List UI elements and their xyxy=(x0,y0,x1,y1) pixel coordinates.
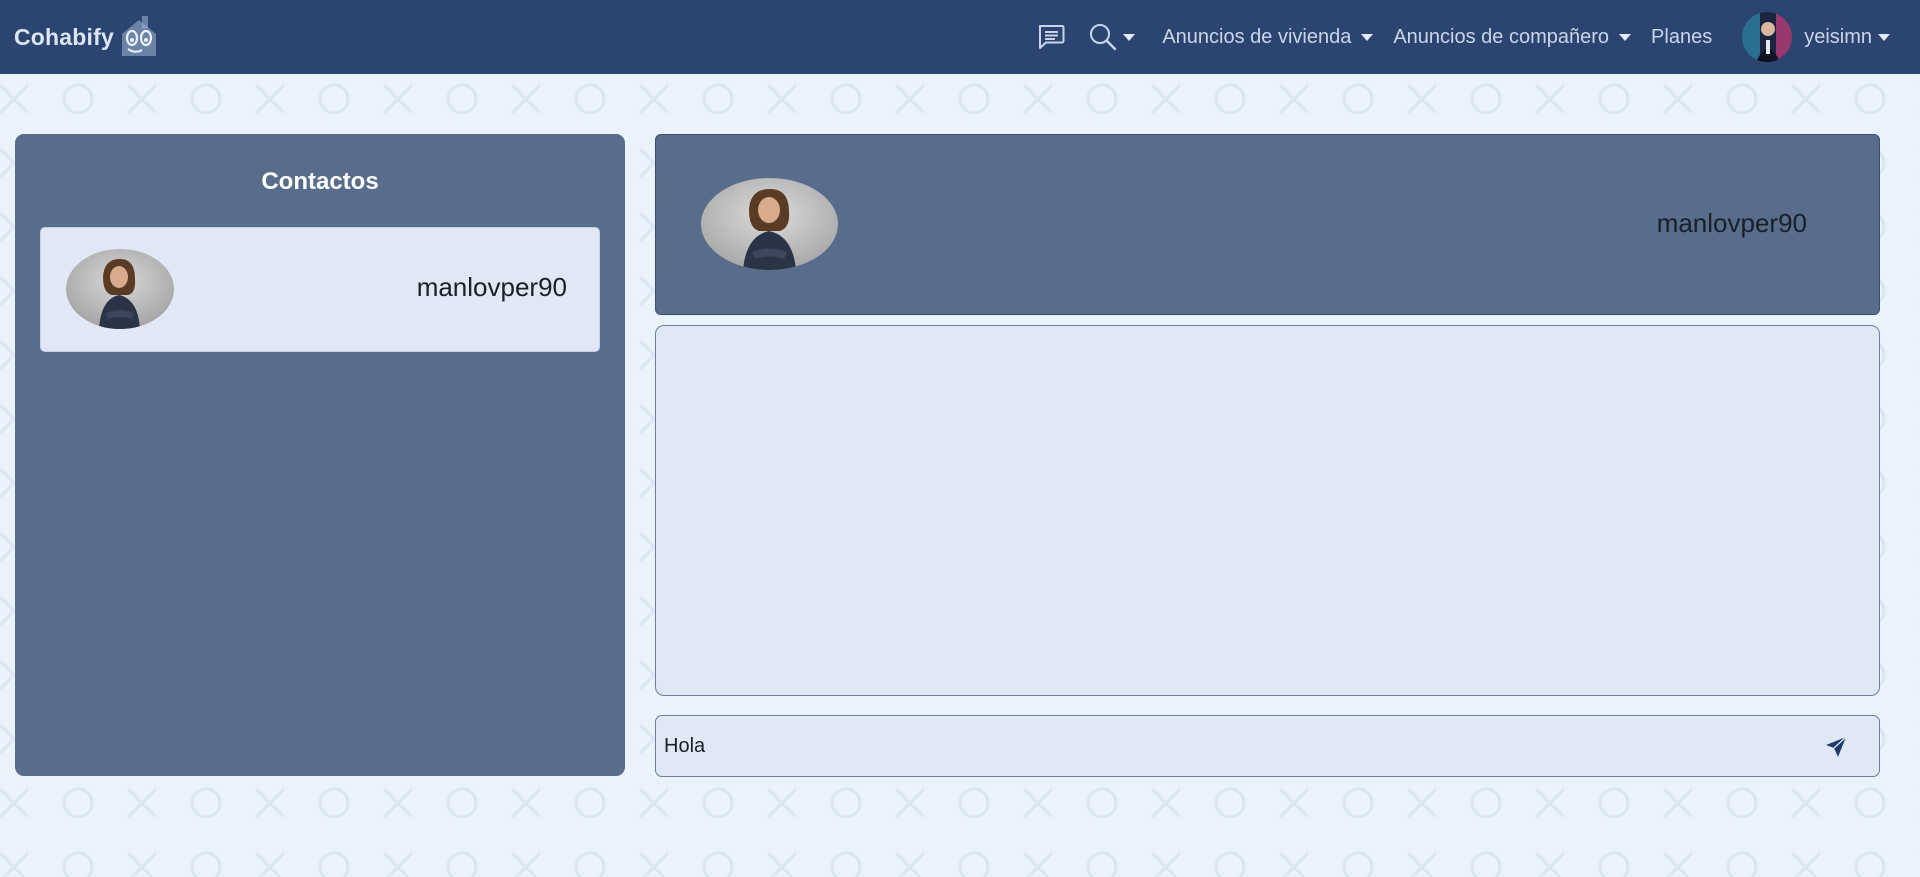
chevron-down-icon xyxy=(1123,33,1136,41)
nav-anuncios-companero-label: Anuncios de compañero xyxy=(1393,25,1610,48)
chevron-down-icon xyxy=(1361,33,1374,41)
contact-item[interactable]: manlovper90 xyxy=(40,227,600,352)
search-dropdown[interactable] xyxy=(1089,23,1136,51)
search-icon xyxy=(1090,24,1117,51)
contact-avatar xyxy=(66,249,174,329)
chevron-down-icon xyxy=(1619,33,1632,41)
send-button[interactable] xyxy=(1821,732,1851,762)
nav-anuncios-vivienda-label: Anuncios de vivienda xyxy=(1162,25,1352,48)
contact-name: manlovper90 xyxy=(416,272,567,302)
nav-anuncios-companero[interactable]: Anuncios de compañero xyxy=(1393,25,1632,49)
user-name: yeisimn xyxy=(1804,25,1872,48)
messages-button[interactable] xyxy=(1037,24,1065,50)
top-navbar: Cohabify Anuncios de vivienda Anuncios d… xyxy=(0,0,1920,74)
chat-contact-name: manlovper90 xyxy=(1656,208,1807,238)
message-input[interactable] xyxy=(664,716,1784,776)
navbar-right: Anuncios de vivienda Anuncios de compañe… xyxy=(1037,0,1920,74)
nav-planes-label: Planes xyxy=(1651,25,1713,48)
message-composer xyxy=(655,715,1880,777)
brand-name: Cohabify xyxy=(14,23,114,50)
messages-area xyxy=(655,325,1880,696)
brand-link[interactable]: Cohabify xyxy=(14,14,162,60)
nav-planes[interactable]: Planes xyxy=(1651,26,1712,49)
user-menu[interactable]: yeisimn xyxy=(1742,12,1890,62)
chat-contact-avatar xyxy=(701,178,838,270)
send-icon xyxy=(1826,736,1847,757)
nav-anuncios-vivienda[interactable]: Anuncios de vivienda xyxy=(1162,25,1374,49)
contacts-title: Contactos xyxy=(261,168,379,195)
chat-header: manlovper90 xyxy=(655,134,1880,315)
user-avatar xyxy=(1742,12,1793,62)
chevron-down-icon xyxy=(1878,33,1890,41)
chat-icon xyxy=(1039,25,1065,49)
brand-logo-icon xyxy=(122,16,156,56)
